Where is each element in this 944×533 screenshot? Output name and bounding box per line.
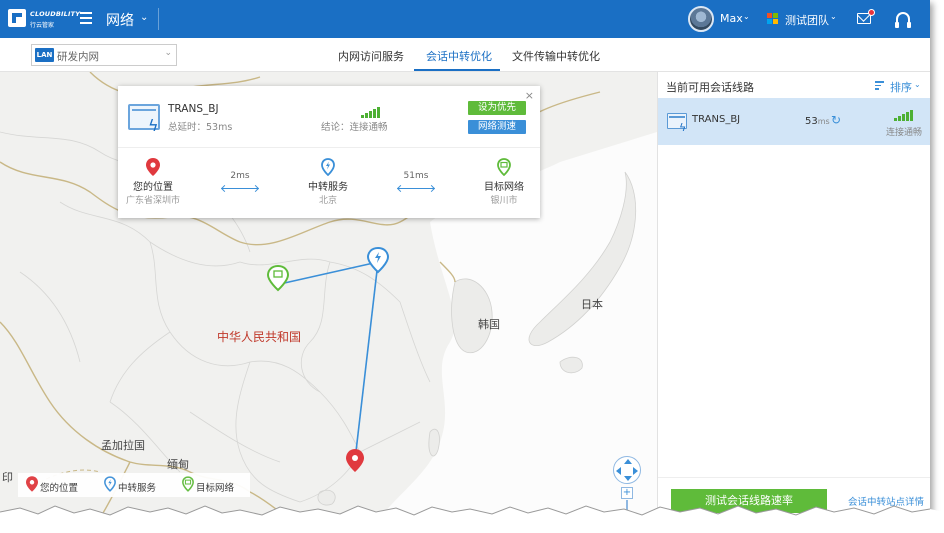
pan-up-icon[interactable] (624, 459, 632, 464)
divider (118, 147, 540, 148)
map-label-china: 中华人民共和国 (217, 330, 302, 344)
double-arrow-icon (222, 188, 258, 189)
chevron-down-icon[interactable]: ⌄ (830, 12, 837, 21)
network-test-button[interactable]: 网络测速 (468, 120, 526, 134)
map-label-korea: 韩国 (478, 318, 500, 331)
map-label-bangladesh: 孟加拉国 (101, 439, 145, 452)
node-target: 目标网络 银川市 (459, 158, 549, 206)
route-info-card: × ϟ TRANS_BJ 总延时：53ms 结论：连接通畅 设为优先 网络测速 … (118, 86, 540, 218)
double-arrow-icon (398, 188, 434, 189)
route-list-panel: 当前可用会话线路 排序 ⌄ ϟ TRANS_BJ 53ms ↻ 连接通畅 测试会… (657, 72, 930, 518)
active-tab-indicator (414, 69, 500, 71)
divider (158, 8, 159, 30)
set-priority-button[interactable]: 设为优先 (468, 101, 526, 115)
logo-subtext: 行云管家 (30, 22, 55, 29)
target-pin-icon (497, 158, 511, 176)
sub-header: LAN 研发内网 ⌄ 内网访问服务 会话中转优化 文件传输中转优化 (0, 38, 930, 72)
hop-latency: 51ms (403, 171, 429, 181)
map-label-india: 印 (2, 471, 13, 484)
bolt-icon: ϟ (148, 116, 159, 135)
pan-control[interactable] (613, 456, 641, 484)
logo-text: CLOUDBILITY (30, 10, 81, 18)
tab-intranet-access[interactable]: 内网访问服务 (338, 48, 404, 64)
chevron-down-icon[interactable]: ⌄ (914, 80, 921, 89)
bolt-icon: ϟ (679, 121, 687, 134)
node-subtitle: 广东省深圳市 (125, 196, 180, 206)
torn-edge (0, 505, 944, 533)
team-name[interactable]: 测试团队 (785, 12, 829, 28)
route-row[interactable]: ϟ TRANS_BJ 53ms ↻ 连接通畅 (658, 98, 930, 145)
legend-label: 目标网络 (196, 483, 235, 494)
panel-title: 当前可用会话线路 (666, 81, 754, 94)
close-icon[interactable]: × (525, 89, 534, 102)
server-name: TRANS_BJ (168, 103, 219, 115)
route-latency: 53ms (805, 116, 830, 127)
notification-dot (868, 9, 875, 16)
node-title: 目标网络 (484, 182, 524, 193)
menu-icon[interactable] (80, 12, 92, 24)
sort-button[interactable]: 排序 (890, 79, 912, 95)
lan-select[interactable]: LAN 研发内网 ⌄ (31, 44, 177, 66)
sort-icon[interactable] (875, 81, 884, 90)
chevron-down-icon[interactable]: ⌄ (743, 12, 750, 21)
legend-label: 您的位置 (40, 483, 79, 494)
total-latency: 总延时：53ms (168, 122, 233, 133)
map-label-japan: 日本 (581, 298, 603, 311)
section-title[interactable]: 网络 (106, 10, 134, 30)
signal-strength-icon (361, 106, 383, 118)
conclusion-text: 结论：连接通畅 (321, 122, 388, 133)
node-title: 中转服务 (308, 182, 348, 193)
user-name[interactable]: Max (720, 12, 743, 25)
legend-label: 中转服务 (118, 483, 157, 494)
relay-pin-icon (104, 476, 116, 492)
app-window: CLOUDBILITY 行云管家 网络 ⌄ Max ⌄ 测试团队 ⌄ LAN 研… (0, 0, 930, 518)
tab-file-transfer-relay[interactable]: 文件传输中转优化 (512, 48, 600, 64)
tab-session-relay[interactable]: 会话中转优化 (426, 48, 492, 64)
chevron-down-icon[interactable]: ⌄ (140, 12, 148, 23)
logo-mark (8, 9, 26, 27)
logo[interactable]: CLOUDBILITY 行云管家 (8, 8, 80, 30)
pan-right-icon[interactable] (633, 467, 638, 475)
lan-badge: LAN (35, 48, 54, 62)
location-pin-icon (346, 449, 364, 472)
node-your-location: 您的位置 广东省深圳市 (108, 158, 198, 206)
lan-value: 研发内网 (57, 51, 99, 63)
zoom-in-button[interactable]: + (621, 487, 633, 499)
map-legend: 您的位置 中转服务 目标网络 (18, 473, 250, 497)
headset-icon[interactable] (895, 12, 911, 28)
location-pin-icon (26, 476, 38, 492)
relay-pin-icon (321, 158, 335, 176)
node-subtitle: 银川市 (490, 196, 518, 206)
route-status: 连接通畅 (886, 128, 923, 138)
signal-strength-icon (894, 109, 916, 121)
team-icon (767, 13, 779, 25)
node-title: 您的位置 (133, 182, 173, 193)
map-label-myanmar: 缅甸 (167, 458, 189, 471)
location-pin-icon (146, 158, 160, 176)
avatar[interactable] (688, 6, 714, 32)
relay-pin-icon (366, 246, 390, 274)
route-name: TRANS_BJ (692, 114, 741, 125)
pan-down-icon[interactable] (624, 476, 632, 481)
node-relay: 中转服务 北京 (283, 158, 373, 206)
hop-latency: 2ms (230, 171, 250, 181)
target-pin-icon (182, 476, 194, 492)
chevron-down-icon: ⌄ (164, 48, 172, 58)
refresh-icon[interactable]: ↻ (831, 113, 841, 127)
target-pin-icon (266, 264, 290, 292)
pan-left-icon[interactable] (616, 467, 621, 475)
top-bar: CLOUDBILITY 行云管家 网络 ⌄ Max ⌄ 测试团队 ⌄ (0, 0, 930, 38)
node-subtitle: 北京 (318, 196, 337, 206)
